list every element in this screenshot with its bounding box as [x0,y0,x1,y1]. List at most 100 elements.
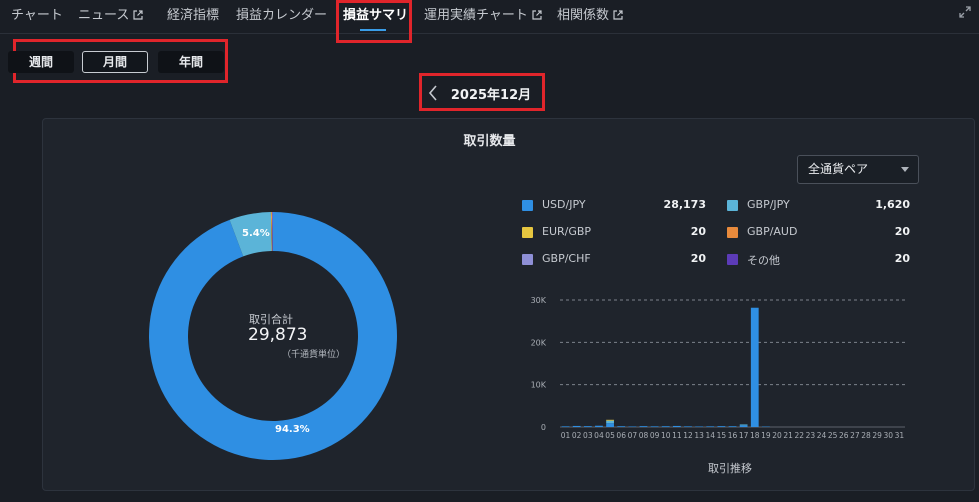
bar-day-18[interactable] [750,307,759,427]
donut-pct-minor: 5.4% [242,228,270,239]
x-tick-label: 05 [605,431,615,440]
y-tick-label: 0 [541,423,546,432]
top-nav: チャート ニュース 経済指標 損益カレンダー 損益サマリ 運用実績チャート 相関… [0,0,979,34]
tab-label: チャート [11,8,63,23]
legend-swatch [522,200,533,211]
bar-day-04[interactable] [595,425,603,427]
tab-correlation[interactable]: 相関係数 [557,0,623,34]
legend-item-gbp-chf: GBP/CHF 20 [522,252,707,268]
external-link-icon [133,10,143,20]
legend-swatch [727,200,738,211]
select-value: 全通貨ペア [808,162,869,176]
x-tick-label: 23 [806,431,816,440]
bar-day-16[interactable] [728,426,737,427]
legend-swatch [522,254,533,265]
bar-day-03[interactable] [583,426,592,427]
bar-day-15[interactable] [717,426,726,427]
external-link-icon [532,10,542,20]
caret-down-icon [901,167,909,172]
bar-day-05[interactable] [606,420,614,424]
bar-chart-xlabel: 取引推移 [708,462,752,475]
bar-day-02[interactable] [572,425,581,427]
tab-label: 損益カレンダー [236,8,328,23]
legend-item-usd-jpy: USD/JPY 28,173 [522,198,707,214]
legend-value: 20 [894,252,910,265]
y-tick-label: 10K [531,381,547,390]
x-tick-label: 22 [795,431,805,440]
x-tick-label: 02 [572,431,582,440]
bar-day-14[interactable] [706,426,715,427]
monthly-button[interactable]: 月間 [82,51,148,73]
x-tick-label: 31 [895,431,905,440]
legend-value: 20 [894,225,910,238]
x-tick-label: 30 [884,431,894,440]
bar-day-12[interactable] [684,426,692,427]
bar-day-01[interactable] [561,426,570,427]
x-tick-label: 28 [861,431,871,440]
x-tick-label: 20 [772,431,782,440]
chevron-left-icon[interactable] [426,83,440,103]
bar-day-10[interactable] [661,426,670,427]
x-tick-label: 24 [817,431,827,440]
x-tick-label: 25 [828,431,838,440]
bar-day-09[interactable] [650,426,659,427]
y-tick-label: 30K [531,296,547,305]
legend-item-gbp-aud: GBP/AUD 20 [727,225,912,241]
tab-performance-chart[interactable]: 運用実績チャート [424,0,542,34]
bar-day-08[interactable] [639,426,648,427]
tab-label: ニュース [78,8,130,23]
x-tick-label: 27 [850,431,860,440]
bar-day-13[interactable] [695,426,704,427]
currency-pair-select[interactable]: 全通貨ペア [797,155,919,184]
x-tick-label: 09 [650,431,660,440]
bar-day-17[interactable] [739,425,748,427]
legend-item-eur-gbp: EUR/GBP 20 [522,225,707,241]
x-tick-label: 17 [739,431,749,440]
x-tick-label: 12 [683,431,693,440]
legend-name: GBP/CHF [542,252,591,265]
tab-label: 運用実績チャート [424,8,528,23]
bar-day-17[interactable] [739,424,748,426]
external-link-icon [613,10,623,20]
panel-title: 取引数量 [463,134,516,149]
bar-day-05[interactable] [606,419,614,421]
legend-value: 20 [690,225,706,238]
x-tick-label: 21 [783,431,793,440]
yearly-button[interactable]: 年間 [158,51,224,73]
bar-day-05[interactable] [606,423,614,427]
legend-swatch [522,227,533,238]
x-tick-label: 15 [717,431,727,440]
legend-swatch [727,254,738,265]
x-tick-label: 29 [872,431,882,440]
y-tick-label: 20K [531,338,547,347]
x-tick-label: 18 [750,431,760,440]
tab-chart[interactable]: チャート [11,0,63,34]
weekly-button[interactable]: 週間 [8,51,74,73]
tab-economic-indicators[interactable]: 経済指標 [167,0,219,34]
active-tab-indicator [360,29,386,31]
x-tick-label: 01 [561,431,571,440]
donut-center-unit: （千通貨単位） [282,350,346,360]
donut-center-value: 29,873 [248,325,308,345]
donut-pct-major: 94.3% [275,424,310,435]
tab-label: 経済指標 [167,8,220,23]
legend-name: EUR/GBP [542,225,592,238]
bar-day-07[interactable] [628,426,637,427]
x-tick-label: 03 [583,431,593,440]
tab-pl-calendar[interactable]: 損益カレンダー [236,0,327,34]
x-tick-label: 08 [639,431,649,440]
x-tick-label: 26 [839,431,849,440]
expand-icon[interactable] [958,5,972,19]
daily-bar-chart: 0 10K 20K 30K 01 02 03 04 05 06 07 08 09 10 11 12 13 14 15… [531,296,905,440]
legend-name: GBP/JPY [747,198,790,211]
legend-name: GBP/AUD [747,225,798,238]
bar-day-06[interactable] [617,426,626,427]
x-tick-label: 07 [628,431,638,440]
legend-value: 20 [690,252,706,265]
bar-day-11[interactable] [672,425,681,427]
legend-value: 1,620 [875,198,910,211]
month-label: 2025年12月 [450,88,532,103]
legend-name: USD/JPY [542,198,586,211]
tab-news[interactable]: ニュース [78,0,143,34]
x-tick-label: 14 [705,431,715,440]
